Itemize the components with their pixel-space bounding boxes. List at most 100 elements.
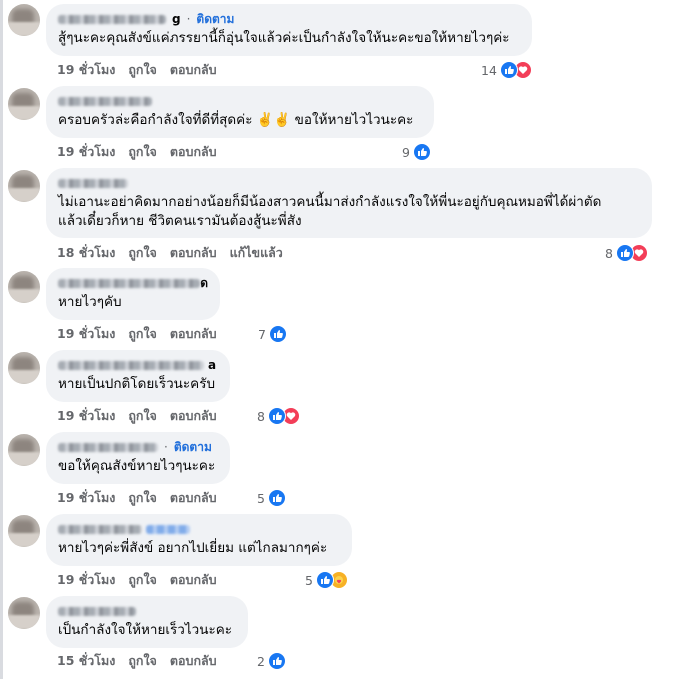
author-name-blurred[interactable] — [58, 606, 136, 616]
like-icon — [268, 325, 287, 343]
comment-bubble: หายไวๆค่ะพี่สังข์ อยากไปเยี่ยม แต่ไกลมาก… — [46, 514, 352, 566]
reaction-summary[interactable]: 14 — [481, 61, 532, 79]
reply-button[interactable]: ตอบกลับ — [170, 651, 217, 671]
author-name-blurred[interactable] — [58, 360, 204, 370]
like-icon — [267, 407, 286, 425]
like-icon — [499, 61, 518, 79]
reaction-summary[interactable]: 5 — [257, 489, 286, 507]
like-button[interactable]: ถูกใจ — [128, 651, 157, 671]
comment-bubble: · ติดตาม ขอให้คุณสังข์หายไวๆนะคะ — [46, 432, 230, 484]
reaction-summary[interactable]: 7 — [258, 325, 287, 343]
like-icon — [267, 489, 286, 507]
reply-button[interactable]: ตอบกลับ — [170, 324, 217, 344]
comment-actions: 18 ชั่วโมง ถูกใจ ตอบกลับ แก้ไขแล้ว — [57, 244, 296, 262]
comment-bubble: g · ติดตาม สู้ๆนะคะคุณสังข์แค่ภรรยานี้ก็… — [46, 4, 532, 56]
author-name-blurred[interactable] — [58, 14, 166, 24]
follow-link[interactable]: ติดตาม — [174, 438, 212, 457]
comment-text: ครอบครัวล่ะคือกำลังใจที่ดีที่สุดค่ะ ✌️✌️… — [58, 112, 414, 128]
avatar[interactable] — [8, 4, 40, 36]
author-row — [58, 93, 422, 109]
author-row — [58, 175, 640, 191]
reply-button[interactable]: ตอบกลับ — [170, 60, 217, 80]
reaction-summary[interactable]: 2 — [257, 652, 286, 670]
comment-bubble: ไม่เอานะอย่าคิดมากอย่างน้อยก็มีน้องสาวคน… — [46, 168, 652, 238]
reaction-count: 5 — [305, 572, 313, 588]
reaction-summary[interactable]: 5 — [305, 571, 348, 589]
author-name-tail: a — [208, 358, 217, 372]
author-row — [58, 603, 236, 619]
comment-bubble: ครอบครัวล่ะคือกำลังใจที่ดีที่สุดค่ะ ✌️✌️… — [46, 86, 434, 138]
author-row — [58, 521, 340, 537]
comment-actions: 19 ชั่วโมง ถูกใจ ตอบกลับ — [57, 407, 230, 425]
reply-button[interactable]: ตอบกลับ — [170, 570, 217, 590]
avatar[interactable] — [8, 434, 40, 466]
avatar[interactable] — [8, 170, 40, 202]
like-button[interactable]: ถูกใจ — [128, 243, 157, 263]
comment-actions: 19 ชั่วโมง ถูกใจ ตอบกลับ — [57, 143, 230, 161]
author-name-blurred[interactable] — [58, 524, 142, 534]
separator-dot: · — [186, 12, 191, 26]
avatar[interactable] — [8, 271, 40, 303]
like-button[interactable]: ถูกใจ — [128, 60, 157, 80]
like-icon — [267, 652, 286, 670]
author-row: · ติดตาม — [58, 439, 218, 455]
timestamp[interactable]: 19 ชั่วโมง — [57, 488, 115, 508]
reaction-count: 7 — [258, 326, 266, 342]
comment-bubble: a หายเป็นปกติโดยเร็วนะครับ — [46, 350, 230, 402]
reply-button[interactable]: ตอบกลับ — [170, 406, 217, 426]
author-row: ด — [58, 275, 208, 291]
avatar[interactable] — [8, 352, 40, 384]
like-button[interactable]: ถูกใจ — [128, 570, 157, 590]
comment-actions: 19 ชั่วโมง ถูกใจ ตอบกลับ — [57, 489, 230, 507]
like-button[interactable]: ถูกใจ — [128, 488, 157, 508]
reaction-count: 8 — [605, 245, 613, 261]
avatar[interactable] — [8, 597, 40, 629]
comment-text-line-2: แล้วเดี๋ยวก็หาย ชีวิตคนเรามันต้องสู้นะพี… — [58, 213, 302, 229]
like-button[interactable]: ถูกใจ — [128, 406, 157, 426]
comment-actions: 19 ชั่วโมง ถูกใจ ตอบกลับ — [57, 325, 230, 343]
author-name-blurred[interactable] — [58, 442, 158, 452]
reply-button[interactable]: ตอบกลับ — [170, 243, 217, 263]
author-name-tail: g — [172, 12, 181, 26]
like-button[interactable]: ถูกใจ — [128, 142, 157, 162]
reaction-count: 8 — [257, 408, 265, 424]
author-name-blurred[interactable] — [58, 178, 128, 188]
follow-link[interactable]: ติดตาม — [196, 10, 234, 29]
comment-text: ขอให้คุณสังข์หายไวๆนะคะ — [58, 458, 216, 474]
like-icon — [315, 571, 334, 589]
separator-dot: · — [164, 440, 168, 454]
thread-line — [0, 0, 3, 679]
timestamp[interactable]: 19 ชั่วโมง — [57, 406, 115, 426]
timestamp[interactable]: 15 ชั่วโมง — [57, 651, 115, 671]
like-icon — [615, 244, 634, 262]
timestamp[interactable]: 18 ชั่วโมง — [57, 243, 115, 263]
reaction-summary[interactable]: 8 — [257, 407, 300, 425]
timestamp[interactable]: 19 ชั่วโมง — [57, 60, 115, 80]
reply-button[interactable]: ตอบกลับ — [170, 142, 217, 162]
avatar[interactable] — [8, 88, 40, 120]
comment-text-line-1: ไม่เอานะอย่าคิดมากอย่างน้อยก็มีน้องสาวคน… — [58, 194, 602, 210]
edited-label[interactable]: แก้ไขแล้ว — [230, 243, 283, 263]
author-name-blurred[interactable] — [58, 278, 201, 288]
author-name-blurred[interactable] — [58, 96, 152, 106]
reaction-summary[interactable]: 9 — [402, 143, 431, 161]
author-name-blurred-link[interactable] — [146, 524, 190, 534]
comment-text: เป็นกำลังใจให้หายเร็วไวนะคะ — [58, 622, 232, 638]
timestamp[interactable]: 19 ชั่วโมง — [57, 324, 115, 344]
comment-actions: 19 ชั่วโมง ถูกใจ ตอบกลับ — [57, 571, 230, 589]
comment-bubble: ด หายไวๆคับ — [46, 268, 220, 320]
like-icon — [412, 143, 431, 161]
reaction-count: 2 — [257, 653, 265, 669]
reaction-summary[interactable]: 8 — [605, 244, 648, 262]
reaction-count: 5 — [257, 490, 265, 506]
author-name-tail: ด — [200, 275, 208, 290]
timestamp[interactable]: 19 ชั่วโมง — [57, 142, 115, 162]
comment-bubble: เป็นกำลังใจให้หายเร็วไวนะคะ — [46, 596, 248, 648]
reaction-count: 14 — [481, 62, 497, 78]
comment-text: หายไวๆคับ — [58, 294, 122, 310]
reply-button[interactable]: ตอบกลับ — [170, 488, 217, 508]
comment-actions: 15 ชั่วโมง ถูกใจ ตอบกลับ — [57, 652, 230, 670]
avatar[interactable] — [8, 515, 40, 547]
timestamp[interactable]: 19 ชั่วโมง — [57, 570, 115, 590]
like-button[interactable]: ถูกใจ — [128, 324, 157, 344]
